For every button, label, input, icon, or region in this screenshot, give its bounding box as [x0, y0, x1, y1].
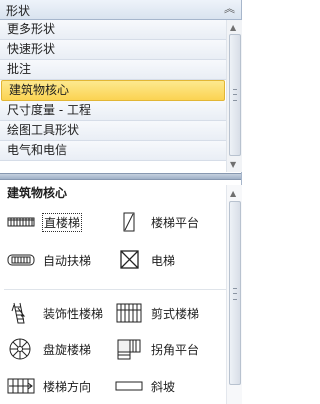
menu-item-more-shapes[interactable]: 更多形状 [0, 20, 226, 40]
shape-corner-landing[interactable]: 拐角平台 [114, 338, 199, 360]
stencil-scroll-thumb[interactable] [229, 201, 241, 385]
menu-scrollbar[interactable]: ▲ ▼ [226, 20, 242, 172]
scissor-stair-icon [114, 302, 144, 324]
shape-decorative-stair[interactable]: 装饰性楼梯 [6, 302, 103, 324]
escalator-icon [6, 249, 36, 271]
shapes-panel-header: 形状 ︽ [0, 0, 241, 20]
ramp-icon [114, 375, 144, 397]
shape-label: 自动扶梯 [43, 253, 92, 268]
menu-item-quick-shapes[interactable]: 快速形状 [0, 40, 226, 60]
shapes-panel: 形状 ︽ 更多形状 快速形状 批注 建筑物核心 尺寸度量 - 工程 绘图工具形状… [0, 0, 242, 404]
stencil-scrollbar[interactable]: ▲ [226, 185, 242, 404]
stencil-title: 建筑物核心 [7, 186, 68, 200]
corner-landing-icon [114, 338, 144, 360]
shape-label: 电梯 [151, 253, 176, 268]
scroll-down-arrow-icon[interactable]: ▼ [230, 160, 236, 169]
shape-label: 楼梯方向 [43, 379, 92, 394]
chevron-up-double-icon[interactable]: ︽ [224, 0, 235, 16]
stencil-menu: 更多形状 快速形状 批注 建筑物核心 尺寸度量 - 工程 绘图工具形状 电气和电… [0, 20, 226, 172]
menu-item-building-core[interactable]: 建筑物核心 [1, 80, 225, 101]
shape-stair-direction[interactable]: 楼梯方向 [6, 375, 91, 397]
menu-item-dimensioning-engineering[interactable]: 尺寸度量 - 工程 [0, 101, 226, 121]
shape-escalator[interactable]: 自动扶梯 [6, 249, 91, 271]
elevator-icon [114, 249, 144, 271]
shape-label: 剪式楼梯 [151, 306, 200, 321]
shape-label: 直楼梯 [42, 212, 83, 232]
stair-direction-icon [6, 375, 36, 397]
spiral-stair-icon [6, 338, 36, 360]
panel-splitter[interactable] [0, 173, 241, 180]
shape-stair-landing[interactable]: 楼梯平台 [114, 211, 199, 233]
shape-spiral-stair[interactable]: 盘旋楼梯 [6, 338, 91, 360]
shape-label: 装饰性楼梯 [43, 306, 104, 321]
decorative-stair-icon [6, 302, 36, 324]
shape-label: 斜坡 [151, 379, 176, 394]
menu-item-electrical-telecom[interactable]: 电气和电信 [0, 141, 226, 161]
straight-stair-icon [6, 211, 36, 233]
panel-title: 形状 [6, 4, 31, 18]
shape-straight-stair[interactable]: 直楼梯 [6, 211, 83, 233]
shape-scissor-stair[interactable]: 剪式楼梯 [114, 302, 199, 324]
menu-scroll-thumb[interactable] [229, 34, 241, 156]
menu-item-drawing-tool-shapes[interactable]: 绘图工具形状 [0, 121, 226, 141]
shape-label: 拐角平台 [151, 342, 200, 357]
stencil-shapes-area: 建筑物核心 直楼梯 楼梯平台 自动扶梯 电梯 装饰性楼梯 剪式楼梯 盘旋楼梯 拐… [0, 181, 241, 404]
scroll-up-arrow-icon[interactable]: ▲ [230, 23, 236, 32]
shape-elevator[interactable]: 电梯 [114, 249, 175, 271]
stair-landing-icon [114, 211, 144, 233]
shape-label: 楼梯平台 [151, 215, 200, 230]
menu-item-annotations[interactable]: 批注 [0, 60, 226, 80]
scroll-up-arrow-icon[interactable]: ▲ [230, 189, 236, 198]
shape-ramp[interactable]: 斜坡 [114, 375, 175, 397]
shape-label: 盘旋楼梯 [43, 342, 92, 357]
stencil-separator [4, 289, 226, 290]
